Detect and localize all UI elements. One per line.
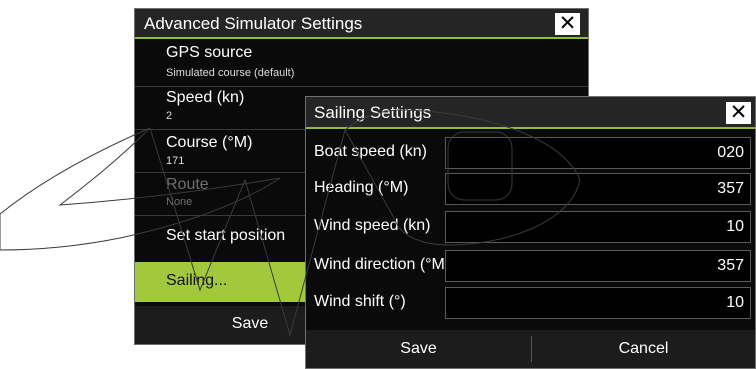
- heading-field[interactable]: 357: [445, 173, 751, 205]
- wind-direction-field[interactable]: 357: [445, 250, 751, 282]
- field-row-wind-direction: Wind direction (°M) 357: [306, 248, 755, 284]
- cancel-button[interactable]: Cancel: [532, 330, 755, 368]
- dialog-titlebar: Sailing Settings ✕: [306, 97, 755, 129]
- dialog-titlebar: Advanced Simulator Settings ✕: [135, 9, 588, 39]
- field-label: Wind speed (kn): [314, 217, 431, 234]
- sailing-settings-dialog: Sailing Settings ✕ Boat speed (kn) 020 H…: [305, 96, 756, 369]
- menu-item-label: GPS source: [166, 44, 253, 61]
- wind-speed-field[interactable]: 10: [445, 211, 751, 243]
- close-icon[interactable]: ✕: [555, 13, 580, 35]
- field-row-wind-shift: Wind shift (°) 10: [306, 285, 755, 321]
- field-value: 020: [717, 144, 744, 161]
- menu-item-label: Course (°M): [166, 134, 253, 151]
- save-button[interactable]: Save: [306, 330, 531, 368]
- field-label: Wind direction (°M): [314, 256, 451, 273]
- field-value: 10: [726, 294, 744, 311]
- menu-item-label: Route: [166, 176, 209, 193]
- menu-item-label: Set start position: [166, 227, 286, 244]
- field-label: Wind shift (°): [314, 293, 406, 310]
- menu-item-gps-source[interactable]: GPS source Simulated course (default): [135, 41, 588, 85]
- field-row-wind-speed: Wind speed (kn) 10: [306, 209, 755, 245]
- menu-item-value: None: [166, 196, 193, 208]
- dialog-footer: Save Cancel: [306, 330, 755, 368]
- field-value: 357: [717, 180, 744, 197]
- boat-speed-field[interactable]: 020: [445, 137, 751, 169]
- menu-item-value: Simulated course (default): [166, 67, 295, 79]
- menu-item-value: 2: [166, 110, 173, 122]
- field-label: Boat speed (kn): [314, 143, 427, 160]
- wind-shift-field[interactable]: 10: [445, 287, 751, 319]
- field-label: Heading (°M): [314, 179, 409, 196]
- menu-item-label: Speed (kn): [166, 89, 245, 106]
- field-row-boat-speed: Boat speed (kn) 020: [306, 135, 755, 171]
- field-row-heading: Heading (°M) 357: [306, 171, 755, 207]
- field-value: 357: [717, 257, 744, 274]
- close-icon[interactable]: ✕: [726, 102, 751, 124]
- menu-item-value: 171: [166, 155, 185, 167]
- field-value: 10: [726, 218, 744, 235]
- dialog-title: Sailing Settings: [314, 103, 432, 122]
- dialog-title: Advanced Simulator Settings: [144, 14, 363, 33]
- menu-item-label: Sailing...: [166, 272, 228, 289]
